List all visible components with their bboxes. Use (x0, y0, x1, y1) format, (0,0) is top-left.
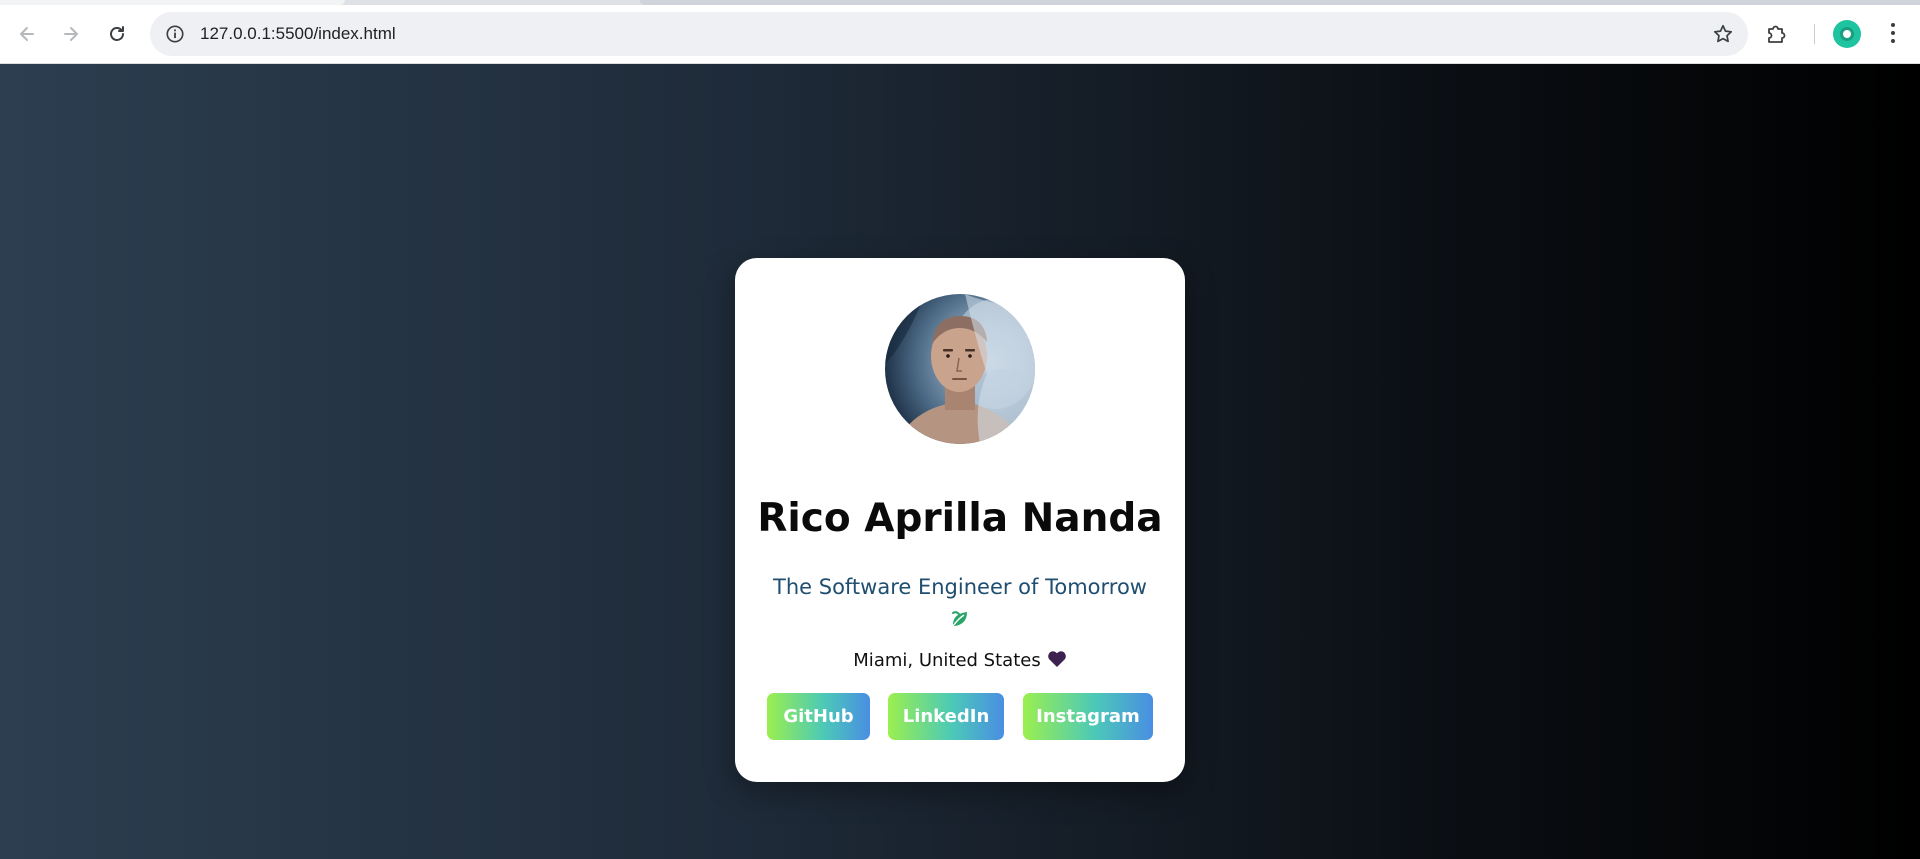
avatar (885, 294, 1035, 444)
profile-card: Rico Aprilla Nanda The Software Engineer… (735, 258, 1185, 782)
profile-icon[interactable] (1833, 20, 1861, 48)
location-text: Miami, United States (853, 650, 1041, 671)
tagline-text: The Software Engineer of Tomorrow (773, 575, 1147, 599)
back-button[interactable] (8, 15, 46, 53)
tab-strip (0, 0, 1920, 5)
kebab-menu-icon[interactable] (1880, 20, 1906, 46)
forward-button[interactable] (52, 15, 90, 53)
profile-name: Rico Aprilla Nanda (757, 496, 1163, 541)
star-icon[interactable] (1712, 23, 1734, 45)
profile-tagline: The Software Engineer of Tomorrow (770, 572, 1150, 634)
reload-icon (110, 26, 124, 41)
social-links: GitHub LinkedIn Instagram (735, 693, 1185, 741)
instagram-button[interactable]: Instagram (1023, 693, 1153, 740)
leaf-icon (949, 608, 971, 630)
toolbar-divider (1814, 24, 1815, 44)
linkedin-button[interactable]: LinkedIn (888, 693, 1004, 740)
tab-active[interactable] (0, 0, 345, 5)
arrow-right-icon (64, 27, 78, 41)
puzzle-icon[interactable] (1764, 20, 1790, 46)
tab-inactive[interactable] (640, 0, 1920, 5)
page-viewport: Rico Aprilla Nanda The Software Engineer… (0, 64, 1920, 859)
url-text[interactable]: 127.0.0.1:5500/index.html (200, 24, 396, 44)
arrow-left-icon (20, 27, 34, 41)
heart-icon (1047, 650, 1067, 668)
profile-location: Miami, United States (735, 650, 1185, 671)
reload-button[interactable] (98, 15, 136, 53)
avatar-portrait-image (885, 294, 1035, 444)
github-button[interactable]: GitHub (767, 693, 870, 740)
browser-chrome: 127.0.0.1:5500/index.html (0, 0, 1920, 64)
info-icon[interactable] (164, 23, 186, 45)
address-bar[interactable]: 127.0.0.1:5500/index.html (150, 12, 1748, 56)
